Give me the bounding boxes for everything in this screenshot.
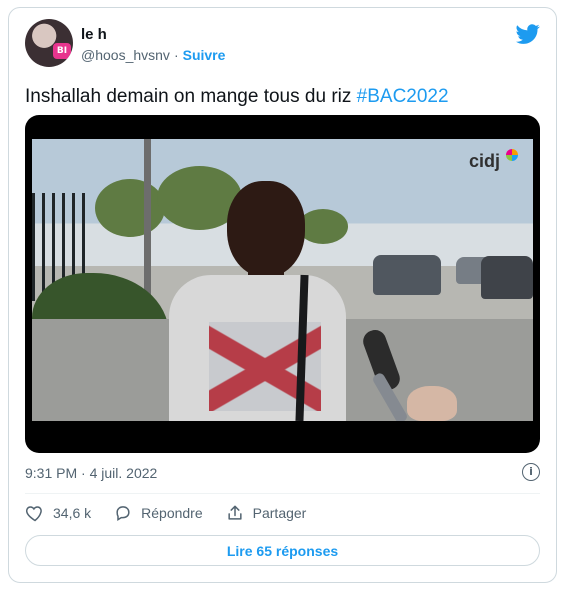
meta-separator: · (173, 47, 179, 63)
share-button[interactable]: Partager (225, 503, 307, 523)
like-button[interactable]: 34,6 k (25, 503, 91, 523)
video-frame[interactable]: cidj (32, 139, 533, 421)
tweet-text: Inshallah demain on mange tous du riz #B… (25, 85, 449, 109)
tweet-text-body: Inshallah demain on mange tous du riz (25, 86, 352, 107)
tree (298, 209, 348, 244)
hand (407, 386, 457, 421)
display-name[interactable]: le h (81, 26, 107, 43)
hashtag-link[interactable]: #BAC2022 (357, 86, 449, 107)
cidj-logo-icon (506, 149, 518, 161)
divider (25, 493, 540, 494)
avatar-badge: BI (53, 43, 71, 59)
heart-icon (25, 506, 42, 522)
user-handle[interactable]: @hoos_hvsnv (81, 47, 170, 63)
follow-link[interactable]: Suivre (183, 47, 226, 63)
tree (95, 179, 165, 237)
share-icon (228, 505, 242, 520)
tweet-actions: 34,6 k Répondre Partager (25, 503, 306, 523)
like-count: 34,6 k (53, 505, 92, 521)
info-icon[interactable]: i (522, 463, 540, 481)
tweet-timestamp[interactable]: 9:31 PM · 4 juil. 2022 (25, 465, 157, 481)
tweet-card: BI le h @hoos_hvsnv · Suivre Inshallah d… (8, 7, 557, 583)
share-label: Partager (252, 505, 307, 521)
avatar[interactable]: BI (25, 19, 73, 67)
user-meta: @hoos_hvsnv · Suivre (81, 47, 225, 63)
read-replies-button[interactable]: Lire 65 réponses (25, 535, 540, 566)
video-player[interactable]: cidj (25, 115, 540, 453)
car (481, 256, 533, 299)
cidj-watermark: cidj (469, 151, 501, 171)
reply-label: Répondre (141, 505, 203, 521)
reply-icon (116, 506, 130, 522)
twitter-bird-icon[interactable] (516, 22, 540, 46)
reply-button[interactable]: Répondre (113, 503, 203, 523)
car (373, 255, 441, 295)
